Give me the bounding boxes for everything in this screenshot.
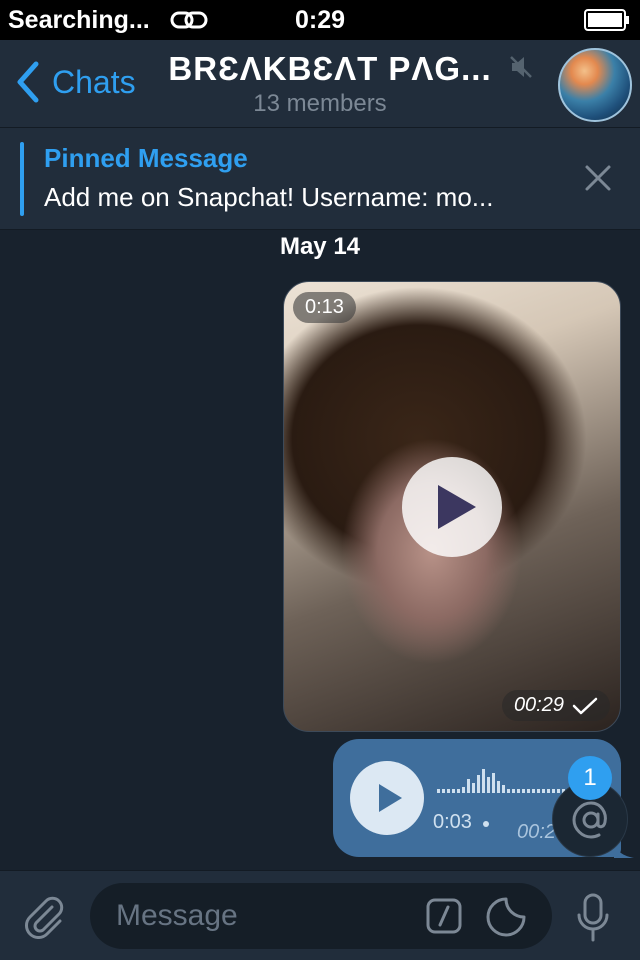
voice-play-button[interactable] — [350, 761, 424, 835]
pinned-text: Add me on Snapchat! Username: mo... — [44, 182, 494, 212]
pinned-message[interactable]: Pinned Message Add me on Snapchat! Usern… — [0, 128, 640, 230]
unplayed-dot — [483, 821, 489, 827]
message-field — [90, 883, 552, 949]
video-timestamp: 00:29 — [501, 690, 610, 721]
video-duration: 0:13 — [293, 292, 356, 323]
play-icon — [379, 784, 402, 812]
group-avatar[interactable] — [558, 48, 632, 122]
microphone-icon[interactable] — [576, 893, 610, 943]
sticker-icon[interactable] — [486, 897, 526, 937]
video-message[interactable]: 0:13 00:29 — [283, 281, 621, 732]
command-icon[interactable] — [426, 898, 462, 934]
status-bar: Searching... 0:29 — [0, 0, 640, 40]
mute-icon — [510, 56, 532, 78]
close-icon — [585, 165, 611, 191]
at-icon — [572, 801, 607, 839]
paperclip-icon[interactable] — [22, 895, 66, 939]
video-time-label: 00:29 — [513, 694, 564, 716]
message-input[interactable] — [116, 883, 416, 949]
pinned-accent-bar — [20, 142, 24, 216]
chat-title[interactable]: BRƐΛKBƐΛT PΛG... — [160, 50, 500, 88]
mention-count-badge: 1 — [568, 756, 612, 800]
battery-icon — [584, 9, 629, 31]
pinned-title: Pinned Message — [44, 143, 248, 173]
date-separator: May 14 — [279, 233, 361, 260]
compose-bar — [0, 870, 640, 960]
voice-duration: 0:03 — [433, 811, 472, 833]
video-play-button[interactable] — [402, 457, 502, 557]
play-icon — [438, 485, 476, 529]
waveform — [437, 769, 565, 793]
member-count: 13 members — [253, 90, 387, 117]
clock: 0:29 — [294, 6, 346, 34]
check-icon — [572, 697, 598, 714]
voice-timestamp: 00:2 — [517, 821, 556, 843]
chat-header: Chats BRƐΛKBƐΛT PΛG... 13 members — [0, 40, 640, 128]
close-pinned-button[interactable] — [578, 158, 618, 203]
